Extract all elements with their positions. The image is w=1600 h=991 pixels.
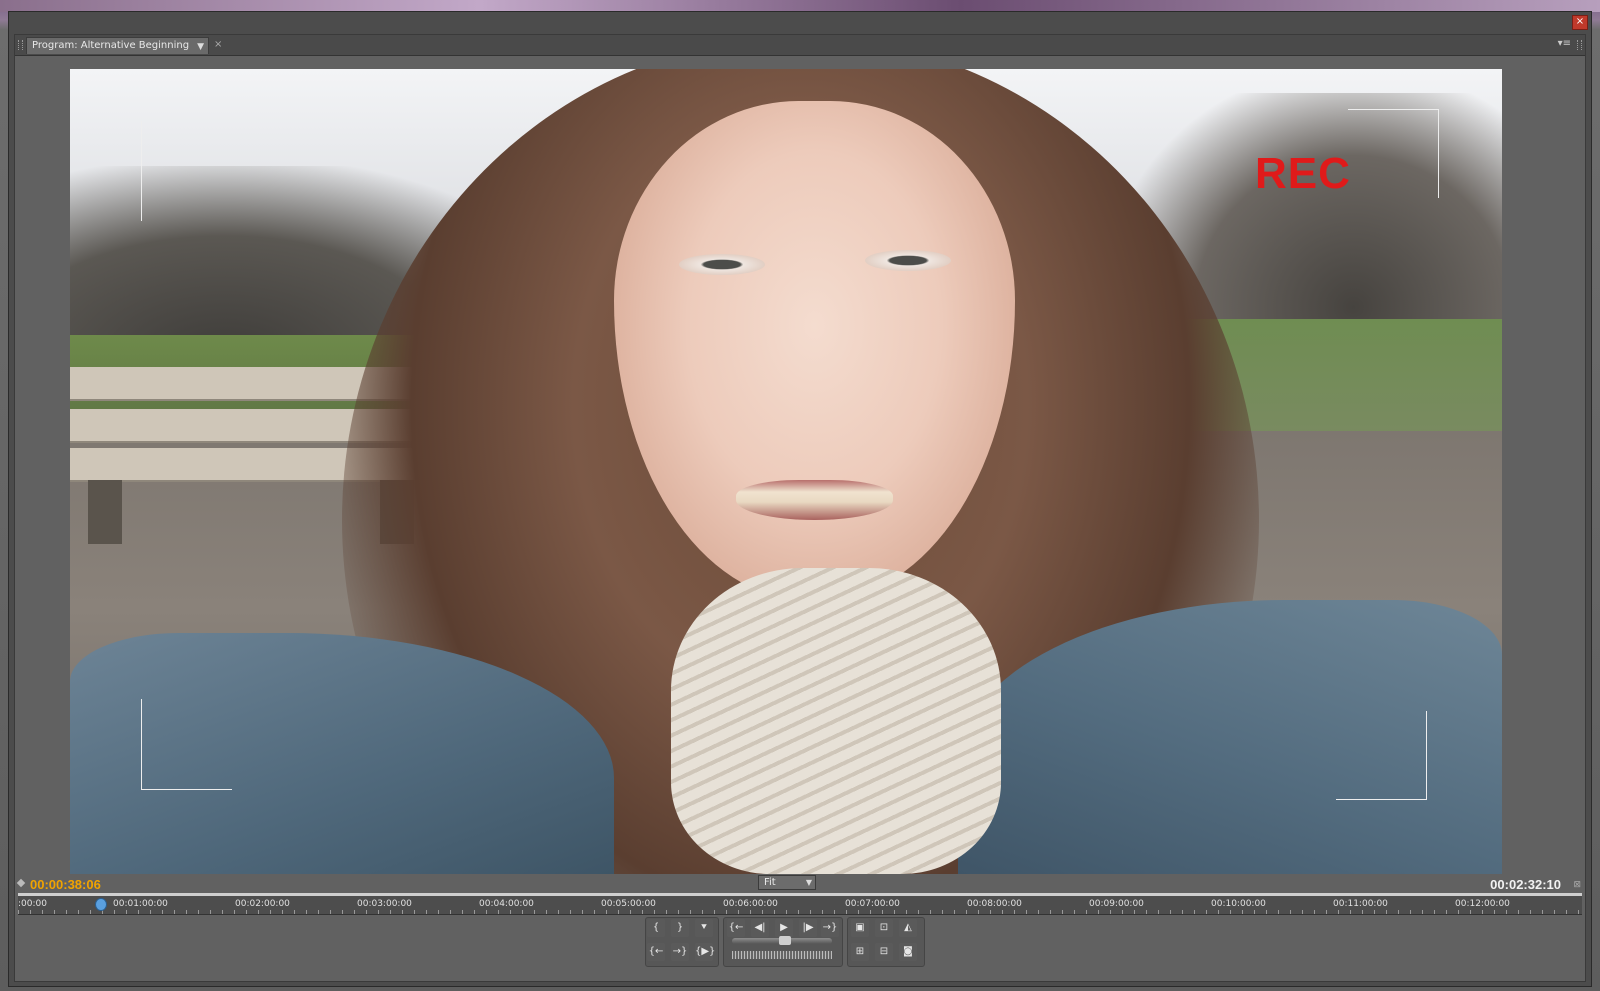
video-mouth [735,479,894,520]
ruler-tick-label: 00:04:00:00 [479,899,534,909]
zoom-level-value: Fit [764,877,776,888]
add-marker-button[interactable]: ⯆ [695,919,713,937]
close-window-button[interactable]: × [1572,15,1588,30]
viewfinder-corner-bottom-left [141,699,232,790]
video-preview: REC [70,69,1502,874]
ruler-tick-label: 00:05:00:00 [601,899,656,909]
ruler-tick-label: 00:01:00:00 [113,899,168,909]
mark-out-button[interactable]: } [671,919,689,937]
ruler-tick-label: 00:10:00:00 [1211,899,1266,909]
safe-margins-button[interactable]: ⊡ [875,919,893,937]
ruler-tick-label: 00:12:00:00 [1455,899,1510,909]
step-back-button[interactable]: ◀| [751,919,769,937]
tab-close-button[interactable]: × [214,37,222,53]
expand-icon[interactable]: ⊠ [1573,880,1581,890]
time-ruler[interactable]: :00:00 00:01:00:00 00:02:00:00 00:03:00:… [18,893,1582,915]
play-button[interactable]: ▶ [775,919,793,937]
rec-overlay-text: REC [1255,149,1351,198]
current-timecode[interactable]: 00:00:38:06 [30,877,101,892]
overlay-button[interactable]: ⊟ [875,943,893,961]
tab-program-monitor[interactable]: Program: Alternative Beginning ▼ [26,37,209,54]
chevron-down-icon[interactable]: ▼ [197,39,204,55]
application-window: × Program: Alternative Beginning ▼ × ▾≡ [8,11,1592,987]
go-to-next-edit-button[interactable]: →} [671,943,689,961]
go-to-previous-edit-button[interactable]: {← [647,943,665,961]
ruler-tick-label: 00:11:00:00 [1333,899,1388,909]
ruler-tick-label: 00:08:00:00 [967,899,1022,909]
ruler-tick-label: :00:00 [18,899,47,909]
tab-label: Program: Alternative Beginning [32,40,190,51]
jog-knob[interactable] [779,936,791,945]
ruler-tick-label: 00:03:00:00 [357,899,412,909]
video-eye-right [864,250,951,272]
viewfinder-corner-top-left [141,121,144,221]
playhead-handle[interactable] [95,898,107,911]
transport-controls: { } ⯆ {← →} {▶} {← ◀| ▶ |▶ →} ▣ ⊡ ◭ ⊞ ⊟ … [645,917,925,967]
ruler-tick-label: 00:02:00:00 [235,899,290,909]
duration-timecode: 00:02:32:10 [1490,877,1561,892]
ruler-tick-label: 00:06:00:00 [723,899,778,909]
video-scarf [671,568,1001,874]
playhead-indicator-icon [16,878,26,888]
go-to-in-button[interactable]: {← [727,919,745,937]
viewfinder-corner-bottom-right [1336,711,1427,800]
chevron-down-icon: ▼ [805,878,812,887]
ruler-tick-label: 00:07:00:00 [845,899,900,909]
export-frame-button[interactable]: ◙ [899,943,917,961]
output-button[interactable]: ◭ [899,919,917,937]
go-to-out-button[interactable]: →} [821,919,839,937]
program-monitor-panel: Program: Alternative Beginning ▼ × ▾≡ RE… [14,34,1586,982]
panel-tab-bar: Program: Alternative Beginning ▼ × ▾≡ [15,35,1585,56]
jog-slider[interactable] [732,936,832,945]
shuttle-slider[interactable] [732,951,832,959]
zoom-level-select[interactable]: Fit ▼ [758,875,816,890]
bench-leg [88,480,122,544]
step-forward-button[interactable]: |▶ [799,919,817,937]
ruler-tick-label: 00:09:00:00 [1089,899,1144,909]
insert-button[interactable]: ⊞ [851,943,869,961]
drag-grip-icon[interactable] [1577,40,1582,50]
video-eye-left [678,254,765,276]
drag-grip-icon[interactable] [18,40,23,50]
panel-menu-icon[interactable]: ▾≡ [1558,38,1571,49]
lift-button[interactable]: ▣ [851,919,869,937]
viewfinder-corner-top-right [1348,109,1439,198]
play-in-to-out-button[interactable]: {▶} [695,943,715,961]
ruler-ticks [18,910,1582,914]
mark-in-button[interactable]: { [647,919,665,937]
